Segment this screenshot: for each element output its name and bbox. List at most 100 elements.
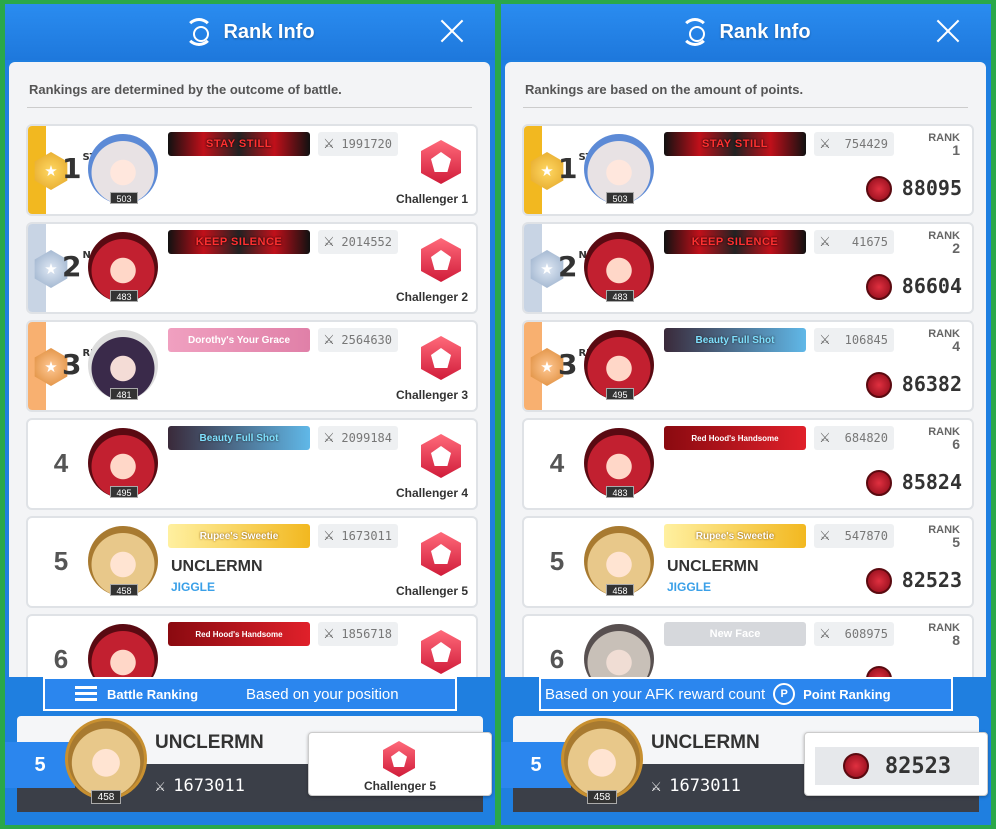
power-box: ⚔ 1673011 [318, 524, 398, 548]
ranking-row-2[interactable]: ★ 2ND 483 KEEP SILENCE ⚔41675 RANK2 8660… [522, 222, 974, 314]
level-badge: 483 [606, 290, 634, 302]
title-banner: KEEP SILENCE [664, 230, 806, 254]
challenger-gem-icon [421, 532, 461, 576]
ranking-row-3[interactable]: ★ 3RD 481 Dorothy's Your Grace ⚔2564630 … [26, 320, 478, 412]
point-coin-icon [866, 176, 892, 202]
power-value: 608975 [844, 627, 888, 641]
point-coin-icon [866, 274, 892, 300]
my-avatar[interactable] [65, 718, 147, 800]
rank-number: 6 [549, 644, 565, 674]
ranking-row-5[interactable]: 5 458 Rupee's Sweetie ⚔ 1673011 UNCLERMN … [26, 516, 478, 608]
power-value: 2099184 [341, 431, 392, 445]
point-coin-icon [866, 666, 892, 677]
my-power: ⚔ 1673011 [651, 776, 749, 796]
my-power: ⚔ 1673011 [155, 776, 253, 796]
ranking-row-3[interactable]: ★ 3RD 495 Beauty Full Shot ⚔106845 RANK4… [522, 320, 974, 412]
crossed-swords-icon: ⚔ [819, 430, 831, 445]
challenger-label: Challenger 2 [395, 290, 468, 304]
close-icon[interactable] [439, 18, 465, 44]
level-badge: 503 [110, 192, 138, 204]
power-value: 684820 [844, 431, 888, 445]
rank-number: 5 [53, 546, 69, 576]
power-box: ⚔ 2564630 [318, 328, 398, 352]
ranking-row-6[interactable]: 6 Red Hood's Handsome ⚔ 1856718 [26, 614, 478, 677]
panel-header: Rank Info [5, 4, 495, 60]
challenger-label: Challenger 4 [395, 486, 468, 500]
challenger-gem-icon [383, 741, 415, 777]
title-banner: Rupee's Sweetie [168, 524, 310, 548]
my-player-name: UNCLERMN [155, 732, 264, 753]
power-box: ⚔ 1991720 [318, 132, 398, 156]
avatar[interactable] [584, 624, 654, 677]
ranking-row-4[interactable]: 4 495 Beauty Full Shot ⚔ 2099184 Challeng… [26, 418, 478, 510]
my-avatar[interactable] [561, 718, 643, 800]
laurel-icon [681, 18, 710, 46]
avatar[interactable] [88, 624, 158, 677]
power-value: 41675 [851, 235, 888, 249]
guild-name[interactable]: JIGGLE [667, 580, 711, 594]
power-box: ⚔ 684820 [814, 426, 894, 450]
tab-label: Point Ranking [803, 686, 891, 702]
panel-title: Rank Info [223, 20, 315, 43]
point-coin-icon [866, 372, 892, 398]
challenger-label: Challenger 3 [395, 388, 468, 402]
previous-rank: RANK 4 [928, 328, 960, 354]
crossed-swords-icon: ⚔ [323, 626, 335, 641]
power-box: ⚔ 608975 [814, 622, 894, 646]
point-coin-icon [866, 470, 892, 496]
level-badge: 503 [606, 192, 634, 204]
point-icon: P [773, 683, 796, 705]
challenger-gem-icon [421, 630, 461, 674]
title-banner: Beauty Full Shot [168, 426, 310, 450]
my-points-card: 82523 [804, 732, 988, 796]
title-banner: Beauty Full Shot [664, 328, 806, 352]
power-box: ⚔ 41675 [814, 230, 894, 254]
tab-battle-ranking[interactable]: Battle Ranking Based on your position [43, 677, 457, 711]
ranking-row-4[interactable]: 4 483 Red Hood's Handsome ⚔ 684820 RANK 6 … [522, 418, 974, 510]
ranking-row-5[interactable]: 5 458 Rupee's Sweetie ⚔ 547870 UNCLERMN J… [522, 516, 974, 608]
crossed-swords-icon: ⚔ [819, 528, 831, 543]
ranking-row-6[interactable]: 6 New Face ⚔ 608975 RANK 8 [522, 614, 974, 677]
title-banner: STAY STILL [168, 132, 310, 156]
guild-name[interactable]: JIGGLE [171, 580, 215, 594]
power-box: ⚔ 754429 [814, 132, 894, 156]
challenger-label: Challenger 1 [395, 192, 468, 206]
point-coin-icon [842, 753, 869, 779]
divider [523, 107, 968, 108]
ranking-list[interactable]: Rankings are determined by the outcome o… [9, 62, 490, 677]
power-box: ⚔ 1856718 [318, 622, 398, 646]
ranking-description: Rankings are determined by the outcome o… [29, 82, 342, 97]
challenger-gem-icon [421, 434, 461, 478]
laurel-icon [185, 18, 214, 46]
my-challenger-label: Challenger 5 [363, 779, 437, 793]
ranking-row-2[interactable]: ★ 2ND 483 KEEP SILENCE ⚔2014552 Challeng… [26, 222, 478, 314]
power-value: 2564630 [341, 333, 392, 347]
level-badge: 458 [606, 584, 634, 596]
my-power-value: 1673011 [173, 776, 245, 796]
title-banner: Red Hood's Handsome [664, 426, 806, 450]
level-badge: 481 [110, 388, 138, 400]
points-value: 82523 [901, 568, 962, 592]
power-value: 1856718 [341, 627, 392, 641]
crossed-swords-icon: ⚔ [323, 430, 335, 445]
power-value: 754429 [844, 137, 888, 151]
my-player-name: UNCLERMN [651, 732, 760, 753]
crossed-swords-icon: ⚔ [819, 332, 831, 347]
battle-ranking-icon [75, 686, 97, 702]
points-value: 86382 [901, 372, 962, 396]
power-value: 1991720 [341, 137, 392, 151]
my-challenger-card: Challenger 5 [308, 732, 492, 796]
ranking-row-1[interactable]: ★ 1ST 503 STAY STILL ⚔1991720 Challenger… [26, 124, 478, 216]
player-name: UNCLERMN [667, 558, 759, 575]
crossed-swords-icon: ⚔ [323, 234, 335, 249]
previous-rank: RANK 8 [928, 622, 960, 648]
title-banner: Rupee's Sweetie [664, 524, 806, 548]
points-value: 88095 [901, 176, 962, 200]
ranking-row-1[interactable]: ★ 1ST 503 STAY STILL ⚔754429 RANK1 88095 [522, 124, 974, 216]
crossed-swords-icon: ⚔ [819, 626, 831, 641]
ranking-list[interactable]: Rankings are based on the amount of poin… [505, 62, 986, 677]
title-banner: STAY STILL [664, 132, 806, 156]
close-icon[interactable] [935, 18, 961, 44]
tab-point-ranking[interactable]: Based on your AFK reward count P Point R… [539, 677, 953, 711]
challenger-gem-icon [421, 238, 461, 282]
